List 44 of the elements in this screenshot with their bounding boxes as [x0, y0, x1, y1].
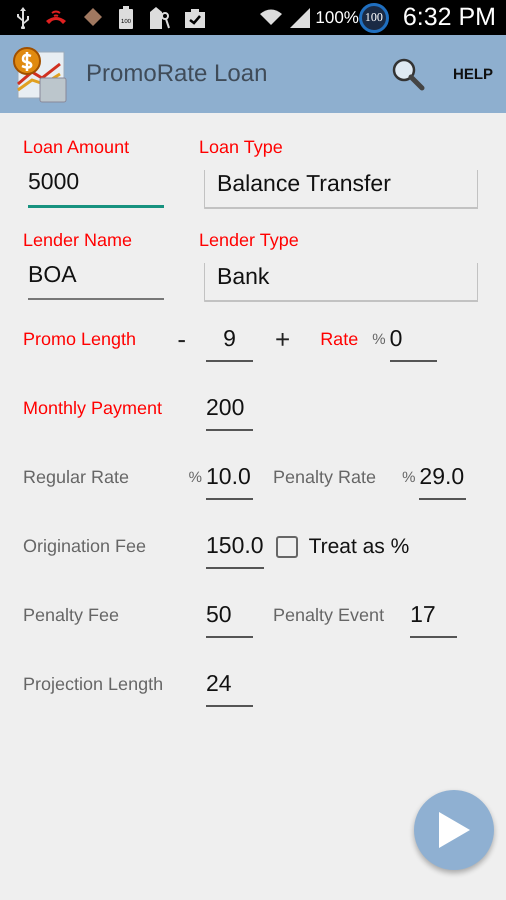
input-field[interactable]: 9: [206, 317, 253, 362]
input-field[interactable]: 29.0: [419, 455, 466, 500]
input-field[interactable]: 24: [206, 662, 253, 707]
field-label: Promo Length: [23, 329, 138, 350]
field-label: Loan Amount: [23, 137, 130, 158]
field-label: Monthly Payment: [23, 398, 164, 419]
input-field[interactable]: BOA: [28, 261, 164, 300]
dropdown[interactable]: Balance Transfer: [204, 170, 478, 209]
checkbox[interactable]: Treat as %: [276, 534, 410, 558]
battery-percent: 100%: [315, 8, 359, 28]
increment-button[interactable]: +: [275, 324, 290, 355]
input-field[interactable]: 5000: [28, 168, 164, 208]
field-label: Lender Name: [23, 230, 134, 251]
app-logo-icon: [10, 44, 68, 104]
app-title: PromoRate Loan: [86, 60, 268, 88]
input-field[interactable]: 10.0: [206, 455, 253, 500]
dropdown[interactable]: Bank: [204, 263, 478, 302]
field-label: Penalty Rate: [273, 467, 376, 488]
unit-label: %: [188, 469, 202, 486]
clock: 6:32 PM: [402, 3, 496, 32]
play-icon: [437, 811, 471, 849]
field-label: Loan Type: [199, 137, 284, 158]
field-label: Origination Fee: [23, 536, 148, 557]
clipboard-check-icon: [184, 6, 206, 28]
input-field[interactable]: 50: [206, 593, 253, 638]
input-field[interactable]: 0: [390, 317, 437, 362]
input-field[interactable]: 17: [410, 593, 458, 638]
field-label: Regular Rate: [23, 467, 130, 488]
battery-level-badge: 100: [358, 2, 389, 32]
decrement-button[interactable]: -: [177, 324, 186, 355]
usb-icon: [16, 6, 30, 28]
signal-icon: [289, 6, 312, 28]
tag-icon: [148, 6, 170, 30]
search-icon[interactable]: [390, 57, 425, 91]
unit-label: %: [372, 331, 386, 348]
field-label: Penalty Fee: [23, 605, 120, 626]
field-label: Lender Type: [199, 230, 300, 251]
field-label: Rate: [320, 329, 358, 350]
field-label: Projection Length: [23, 674, 164, 695]
unit-label: %: [402, 469, 416, 486]
input-field[interactable]: 150.0: [206, 524, 264, 569]
input-field[interactable]: 200: [206, 386, 253, 431]
field-label: Penalty Event: [273, 605, 384, 626]
help-button[interactable]: HELP: [452, 66, 493, 82]
